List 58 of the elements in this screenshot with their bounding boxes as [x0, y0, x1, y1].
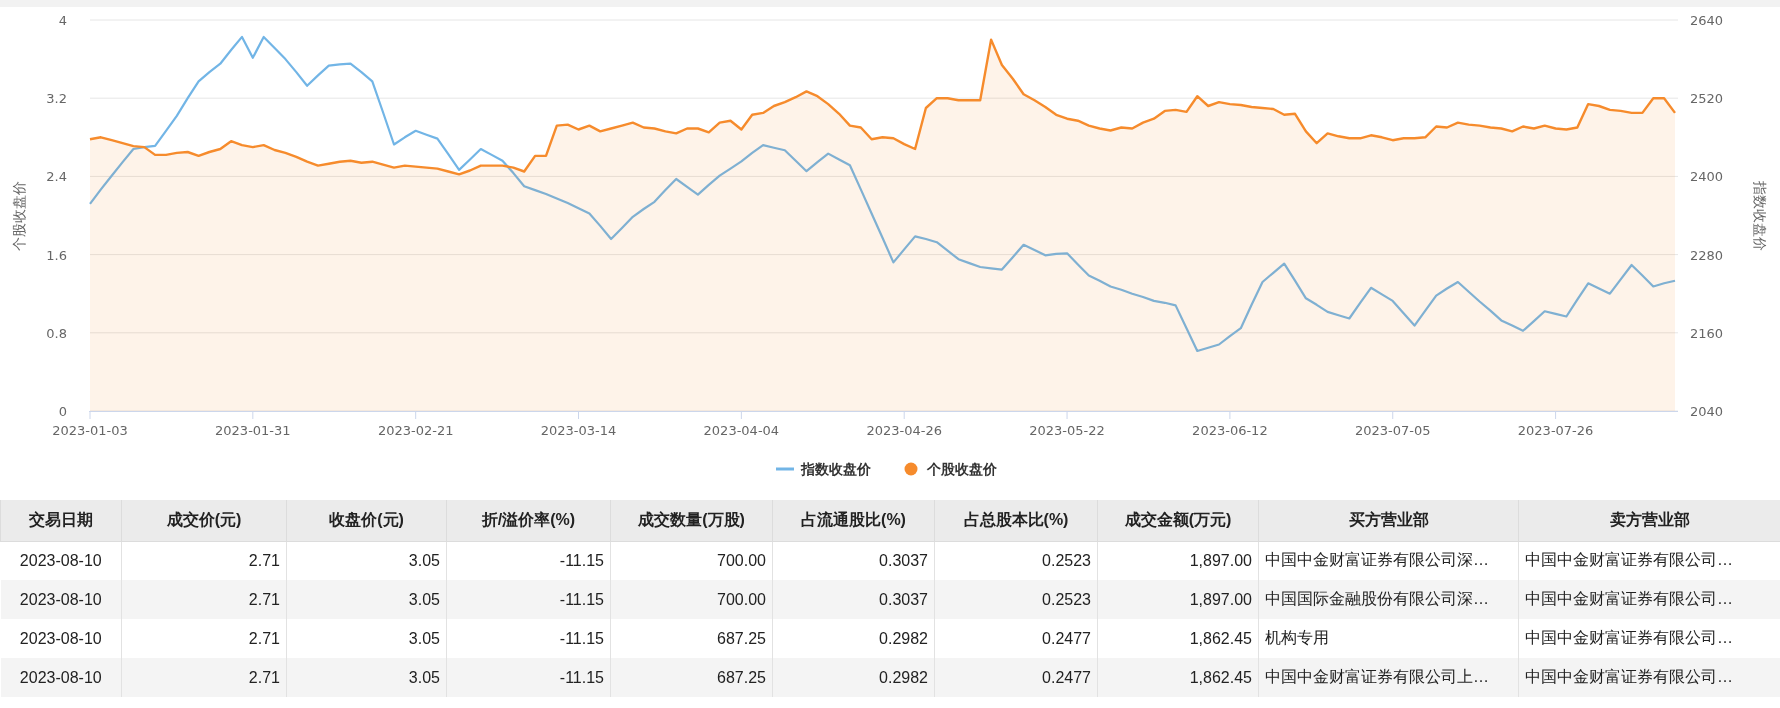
- x-tick-label: 2023-04-26: [866, 423, 942, 438]
- y-tick-label: 2280: [1690, 247, 1724, 263]
- column-header: 占总股本比(%): [934, 500, 1098, 541]
- legend-label[interactable]: 指数收盘价: [801, 461, 871, 477]
- table-cell: 700.00: [610, 580, 773, 619]
- y-tick-label: 1.6: [46, 247, 67, 263]
- y-axis-title: 指数收盘价: [1752, 180, 1768, 251]
- y-tick-label: 2.4: [46, 169, 67, 185]
- y-tick-label: 3.2: [46, 91, 67, 107]
- table-cell: 2023-08-10: [0, 580, 122, 619]
- x-tick-label: 2023-07-26: [1517, 423, 1594, 438]
- table-cell: -11.15: [446, 580, 611, 619]
- legend-line-icon: [776, 467, 794, 471]
- table-cell: 0.2523: [934, 580, 1098, 619]
- column-header: 成交数量(万股): [610, 500, 773, 541]
- table-cell: 0.3037: [772, 580, 935, 619]
- column-header: 收盘价(元): [286, 500, 447, 541]
- y-tick-label: 2640: [1690, 13, 1724, 28]
- x-tick-label: 2023-06-12: [1192, 423, 1268, 438]
- legend-label[interactable]: 个股收盘价: [927, 461, 997, 477]
- table-cell: 3.05: [286, 658, 447, 697]
- column-header: 交易日期: [0, 500, 122, 541]
- table-cell: 1,862.45: [1097, 658, 1259, 697]
- table-cell: 中国中金财富证券有限公司上…: [1258, 658, 1519, 697]
- column-header: 买方营业部: [1258, 500, 1519, 541]
- y-tick-label: 0: [58, 404, 67, 419]
- x-tick-label: 2023-02-21: [377, 423, 454, 438]
- x-tick-label: 2023-07-05: [1354, 423, 1431, 438]
- y-tick-label: 4: [58, 13, 67, 28]
- table-cell: 中国中金财富证券有限公司…: [1518, 658, 1780, 697]
- y-tick-label: 2400: [1690, 169, 1724, 185]
- table-cell: 1,897.00: [1097, 580, 1259, 619]
- table-cell: 2023-08-10: [0, 658, 122, 697]
- table-cell: 0.2477: [934, 658, 1098, 697]
- column-header: 成交价(元): [121, 500, 287, 541]
- column-header: 折/溢价率(%): [446, 500, 611, 541]
- legend-dot-icon: [904, 462, 918, 476]
- x-tick-label: 2023-04-04: [703, 423, 780, 438]
- table-cell: 3.05: [286, 580, 447, 619]
- x-tick-label: 2023-01-31: [215, 423, 291, 438]
- y-axis-title: 个股收盘价: [11, 180, 27, 251]
- table-cell: 中国国际金融股份有限公司深…: [1258, 580, 1519, 619]
- y-tick-label: 2160: [1690, 325, 1724, 341]
- table-cell: 0.2982: [772, 658, 935, 697]
- column-header: 卖方营业部: [1518, 500, 1780, 541]
- x-tick-label: 2023-01-03: [52, 423, 128, 438]
- table-cell: 中国中金财富证券有限公司…: [1518, 580, 1780, 619]
- column-header: 成交金额(万元): [1097, 500, 1259, 541]
- table-cell: 2.71: [121, 658, 287, 697]
- table-cell: -11.15: [446, 658, 611, 697]
- column-header: 占流通股比(%): [772, 500, 935, 541]
- y-tick-label: 0.8: [46, 325, 67, 341]
- x-tick-label: 2023-03-14: [540, 423, 617, 438]
- table-cell: 2.71: [121, 580, 287, 619]
- x-tick-label: 2023-05-22: [1029, 423, 1105, 438]
- y-tick-label: 2040: [1690, 404, 1724, 419]
- y-tick-label: 2520: [1690, 91, 1724, 107]
- table-cell: 687.25: [610, 658, 773, 697]
